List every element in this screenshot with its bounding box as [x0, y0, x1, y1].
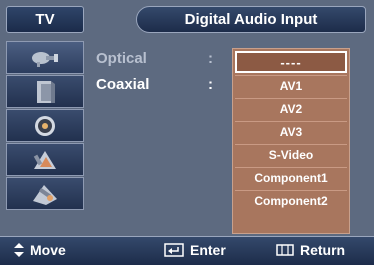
option-component2[interactable]: Component2	[235, 190, 347, 211]
up-down-arrow-icon	[14, 243, 24, 257]
option-s-video[interactable]: S-Video	[235, 144, 347, 165]
footer-return-label: Return	[300, 242, 346, 258]
footer-enter-label: Enter	[190, 242, 226, 258]
option-av2[interactable]: AV2	[235, 98, 347, 119]
tv-menu-screen: TV Digital Audio Input Optical: Coaxial…	[0, 0, 374, 265]
option-none[interactable]: ----	[235, 51, 347, 73]
sidebar-item-setup[interactable]	[6, 177, 84, 210]
option-av3[interactable]: AV3	[235, 121, 347, 142]
optical-label[interactable]: Optical	[96, 50, 147, 67]
menu-title: Digital Audio Input	[136, 6, 366, 33]
tv-tab[interactable]: TV	[6, 6, 84, 33]
channel-tools-icon	[30, 147, 60, 173]
speaker-box-icon	[30, 79, 60, 105]
audio-input-dropdown[interactable]: ---- AV1 AV2 AV3 S-Video Component1 Comp…	[232, 48, 350, 234]
optical-separator: :	[208, 50, 213, 67]
speaker-cone-icon	[31, 113, 59, 139]
sidebar-item-channel[interactable]	[6, 143, 84, 176]
return-icon	[276, 244, 294, 256]
option-component1[interactable]: Component1	[235, 167, 347, 188]
setup-tools-icon	[30, 181, 60, 207]
footer-return: Return	[276, 242, 345, 258]
sidebar-item-picture[interactable]	[6, 75, 84, 108]
footer-bar: Move Enter Return	[0, 236, 374, 265]
satellite-dish-icon	[28, 47, 62, 69]
option-av1[interactable]: AV1	[235, 75, 347, 96]
sidebar-item-sound[interactable]	[6, 109, 84, 142]
sidebar-item-input[interactable]	[6, 41, 84, 74]
footer-move-label: Move	[30, 242, 66, 258]
footer-enter: Enter	[164, 242, 226, 258]
footer-move: Move	[14, 242, 66, 258]
coaxial-separator: :	[208, 76, 213, 93]
coaxial-label[interactable]: Coaxial	[96, 76, 149, 93]
menu-sidebar	[6, 39, 84, 234]
settings-panel: Optical : Coaxial : ---- AV1 AV2 AV3 S-V…	[86, 39, 368, 234]
menu-header: TV Digital Audio Input	[0, 0, 374, 39]
enter-icon	[164, 243, 184, 257]
